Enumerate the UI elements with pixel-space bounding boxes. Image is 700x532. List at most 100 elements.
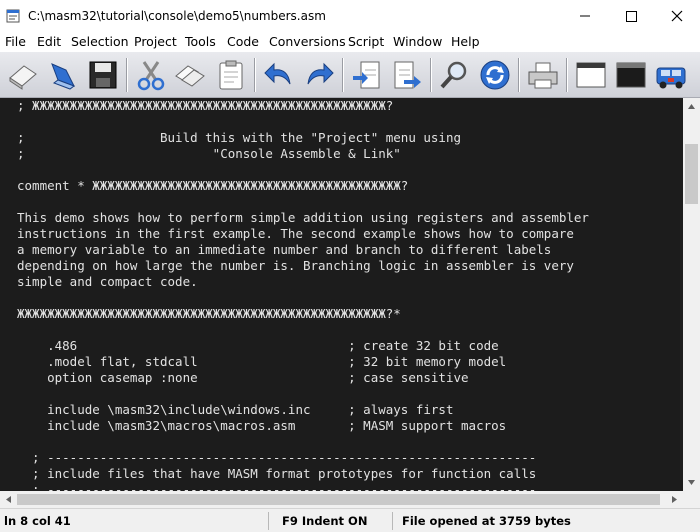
cursor-position: ln 8 col 41: [4, 514, 71, 528]
open-file-button[interactable]: [46, 58, 80, 92]
code-editor[interactable]: ; ЖЖЖЖЖЖЖЖЖЖЖЖЖЖЖЖЖЖЖЖЖЖЖЖЖЖЖЖЖЖЖЖЖЖЖЖЖЖ…: [0, 98, 683, 491]
find-button[interactable]: [438, 58, 472, 92]
find-icon: [440, 61, 467, 89]
paste-icon: [219, 60, 243, 90]
code-line: ЖЖЖЖЖЖЖЖЖЖЖЖЖЖЖЖЖЖЖЖЖЖЖЖЖЖЖЖЖЖЖЖЖЖЖЖЖЖЖЖ…: [17, 306, 401, 321]
code-line: ; Build this with the "Project" menu usi…: [17, 130, 462, 145]
horizontal-scrollbar[interactable]: [0, 491, 683, 508]
undo-icon: [264, 62, 291, 85]
code-line: depending on how large the number is. Br…: [17, 258, 574, 273]
import-icon: [353, 61, 380, 89]
scroll-left-icon[interactable]: [0, 491, 17, 508]
save-button[interactable]: [86, 58, 120, 92]
save-icon: [89, 61, 117, 89]
scrollbar-corner: [683, 491, 700, 508]
code-line: instructions in the first example. The s…: [17, 226, 574, 241]
paste-button[interactable]: [214, 58, 248, 92]
code-line: simple and compact code.: [17, 274, 198, 289]
undo-button[interactable]: [262, 58, 296, 92]
menu-bar: File Edit Selection Project Tools Code C…: [0, 32, 700, 52]
code-line: include \masm32\include\windows.inc ; al…: [17, 402, 454, 417]
menu-code[interactable]: Code: [227, 34, 259, 49]
print-button[interactable]: [526, 58, 560, 92]
menu-help[interactable]: Help: [451, 34, 480, 49]
vertical-scrollbar[interactable]: [683, 98, 700, 491]
new-file-button[interactable]: [6, 58, 40, 92]
import-button[interactable]: [350, 58, 384, 92]
copy-icon: [175, 65, 205, 87]
close-button[interactable]: [654, 0, 700, 32]
indent-status: F9 Indent ON: [282, 514, 368, 528]
menu-file[interactable]: File: [5, 34, 26, 49]
menu-selection[interactable]: Selection: [71, 34, 129, 49]
copy-button[interactable]: [174, 58, 208, 92]
menu-project[interactable]: Project: [134, 34, 177, 49]
app-icon: [6, 9, 20, 23]
menu-tools[interactable]: Tools: [185, 34, 216, 49]
print-icon: [528, 62, 558, 89]
new-file-icon: [9, 65, 37, 90]
open-file-icon: [51, 63, 76, 90]
toolbar-separator: [126, 58, 128, 92]
menu-script[interactable]: Script: [348, 34, 384, 49]
code-line: .486 ; create 32 bit code: [17, 338, 499, 353]
code-line: ; --------------------------------------…: [17, 482, 537, 491]
scroll-down-icon[interactable]: [683, 474, 700, 491]
toolbar-separator: [430, 58, 432, 92]
code-line: a memory variable to an immediate number…: [17, 242, 552, 257]
window-button[interactable]: [574, 58, 608, 92]
close-icon: [671, 10, 683, 22]
redo-button[interactable]: [302, 58, 336, 92]
code-line: ; ЖЖЖЖЖЖЖЖЖЖЖЖЖЖЖЖЖЖЖЖЖЖЖЖЖЖЖЖЖЖЖЖЖЖЖЖЖЖ…: [17, 98, 394, 113]
console-button[interactable]: [614, 58, 648, 92]
run-icon: [656, 67, 686, 89]
menu-window[interactable]: Window: [393, 34, 442, 49]
maximize-button[interactable]: [608, 0, 654, 32]
toolbar-separator: [518, 58, 520, 92]
code-line: comment * ЖЖЖЖЖЖЖЖЖЖЖЖЖЖЖЖЖЖЖЖЖЖЖЖЖЖЖЖЖЖ…: [17, 178, 409, 193]
export-button[interactable]: [390, 58, 424, 92]
status-bar: ln 8 col 41 F9 Indent ON File opened at …: [0, 508, 700, 532]
code-line: This demo shows how to perform simple ad…: [17, 210, 589, 225]
status-divider: [268, 512, 269, 530]
window-icon: [576, 62, 606, 88]
status-divider: [392, 512, 393, 530]
code-lines: ; ЖЖЖЖЖЖЖЖЖЖЖЖЖЖЖЖЖЖЖЖЖЖЖЖЖЖЖЖЖЖЖЖЖЖЖЖЖЖ…: [17, 98, 589, 491]
toolbar-separator: [566, 58, 568, 92]
refresh-icon: [480, 60, 510, 90]
code-line: ; --------------------------------------…: [17, 450, 537, 465]
menu-edit[interactable]: Edit: [37, 34, 61, 49]
code-line: ; "Console Assemble & Link": [17, 146, 401, 161]
title-bar: C:\masm32\tutorial\console\demo5\numbers…: [0, 0, 700, 32]
console-icon: [616, 62, 646, 88]
redo-icon: [307, 62, 334, 85]
vertical-scroll-thumb[interactable]: [685, 144, 698, 204]
scroll-up-icon[interactable]: [683, 98, 700, 115]
refresh-button[interactable]: [478, 58, 512, 92]
code-line: ; include files that have MASM format pr…: [17, 466, 537, 481]
run-button[interactable]: [654, 58, 688, 92]
status-message: File opened at 3759 bytes: [402, 514, 571, 528]
cut-button[interactable]: [134, 58, 168, 92]
export-icon: [394, 61, 421, 89]
minimize-button[interactable]: [562, 0, 608, 32]
code-line: include \masm32\macros\macros.asm ; MASM…: [17, 418, 507, 433]
code-line: .model flat, stdcall ; 32 bit memory mod…: [17, 354, 507, 369]
toolbar-separator: [254, 58, 256, 92]
cut-icon: [137, 61, 165, 91]
toolbar-separator: [342, 58, 344, 92]
minimize-icon: [580, 15, 590, 17]
scroll-right-icon[interactable]: [666, 491, 683, 508]
window-title: C:\masm32\tutorial\console\demo5\numbers…: [28, 9, 326, 23]
code-line: option casemap :none ; case sensitive: [17, 370, 469, 385]
maximize-icon: [626, 11, 637, 22]
menu-conversions[interactable]: Conversions: [269, 34, 346, 49]
horizontal-scroll-thumb[interactable]: [17, 494, 660, 505]
